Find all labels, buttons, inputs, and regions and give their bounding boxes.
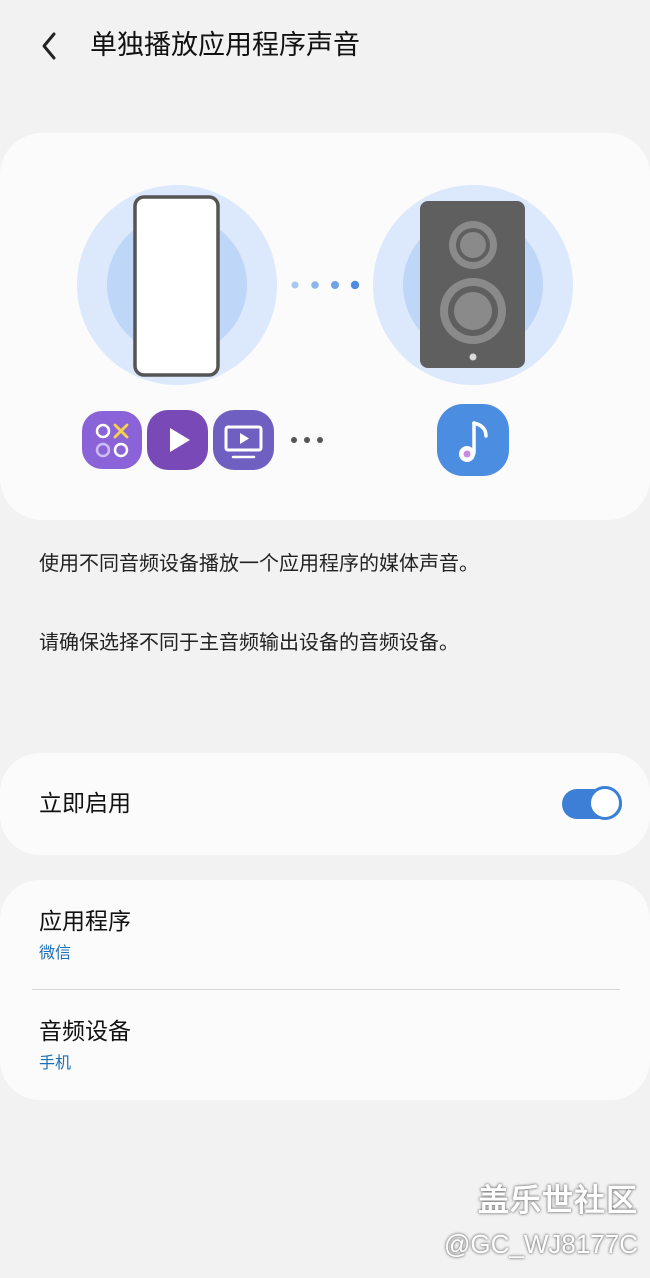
more-dots-icon (291, 437, 323, 443)
audio-device-title: 音频设备 (39, 1019, 131, 1045)
phone-icon (77, 185, 277, 385)
illustration (77, 185, 573, 476)
audio-device-row[interactable]: 音频设备 手机 (0, 990, 650, 1098)
switch-thumb (588, 786, 622, 820)
back-button[interactable] (28, 26, 72, 66)
audio-device-value: 手机 (39, 1053, 72, 1072)
tv-icon (213, 410, 274, 470)
chevron-left-icon (42, 32, 56, 60)
watermark-community: 盖乐世社区 (478, 1183, 638, 1219)
description-text-2: 请确保选择不同于主音频输出设备的音频设备。 (39, 630, 459, 654)
speaker-icon (373, 185, 573, 385)
enable-now-switch[interactable] (562, 786, 622, 822)
watermark-handle: @GC_WJ8177C (443, 1229, 638, 1259)
game-launcher-icon (82, 411, 142, 469)
app-setting-value: 微信 (39, 943, 72, 962)
app-setting-title: 应用程序 (39, 909, 131, 935)
description-text-1: 使用不同音频设备播放一个应用程序的媒体声音。 (39, 551, 479, 575)
enable-now-label: 立即启用 (39, 791, 131, 817)
header-bar: 单独播放应用程序声音 (0, 0, 650, 92)
video-play-icon (147, 410, 208, 470)
enable-now-card[interactable]: 立即启用 (0, 753, 650, 855)
connection-dots (291, 280, 360, 290)
illustration-card (0, 133, 650, 520)
app-setting-row[interactable]: 应用程序 微信 (0, 880, 650, 988)
music-note-icon (437, 404, 509, 476)
page-title: 单独播放应用程序声音 (90, 30, 360, 61)
settings-list-card: 应用程序 微信 音频设备 手机 (0, 880, 650, 1100)
